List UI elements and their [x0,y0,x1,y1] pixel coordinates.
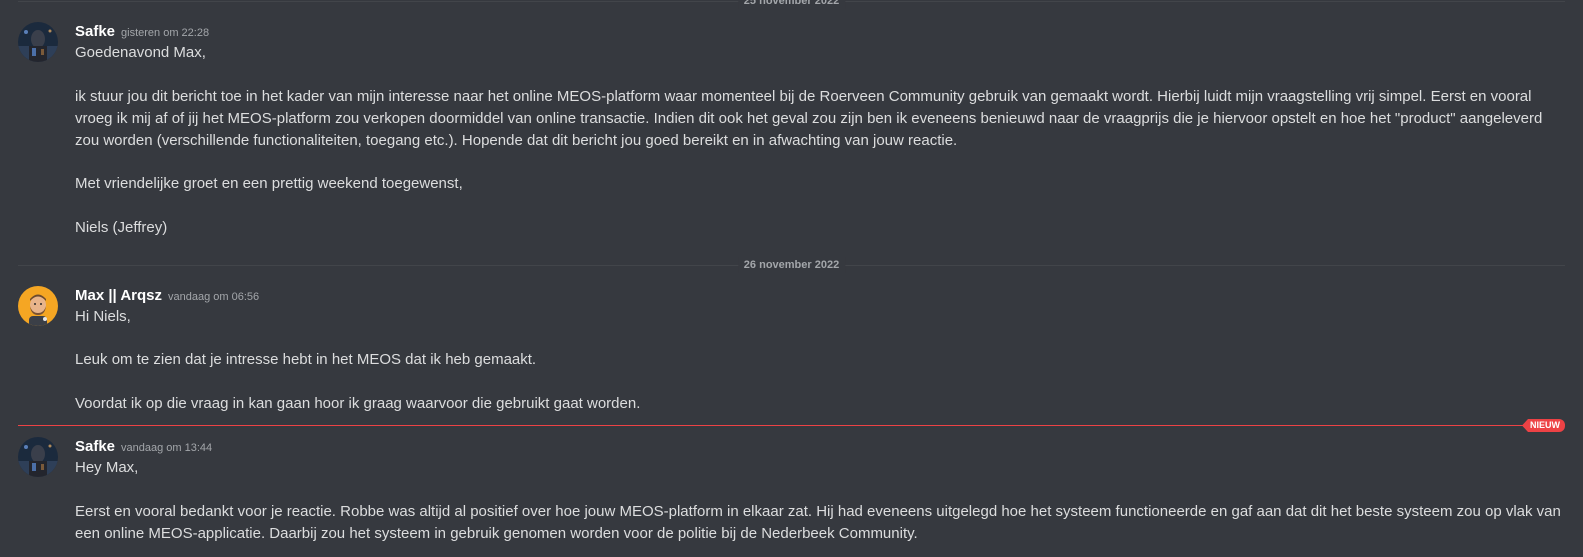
message-text: Met vriendelijke groet en een prettig we… [75,175,463,192]
message-text: Eerst en vooral bedankt voor je reactie.… [75,503,1561,520]
date-label: 25 november 2022 [737,0,846,9]
avatar-image [18,286,58,326]
avatar-safke[interactable] [18,22,58,62]
message-text: zou worden (verschillende functionalitei… [75,132,958,149]
message-text: Hi Niels, [75,308,131,325]
message-header: Safke vandaag om 13:44 [75,438,212,456]
message-timestamp: gisteren om 22:28 [121,27,210,39]
message-text: Goedenavond Max, [75,44,206,61]
message-text: vroeg ik mij af of jij het MEOS-platform… [75,110,1543,127]
message-timestamp: vandaag om 13:44 [121,442,213,454]
date-divider: 25 november 2022 [18,0,1565,9]
message-timestamp: vandaag om 06:56 [168,291,260,303]
message-text: Niels (Jeffrey) [75,219,168,236]
new-messages-badge: NIEUW [1522,419,1565,432]
message-text: Voordat ik op die vraag in kan gaan hoor… [75,395,641,412]
chat-messages: 25 november 2022 Safke gisteren om 22:28 … [0,0,1583,557]
message-text: Hey Max, [75,459,139,476]
author-name[interactable]: Max || Arqsz [75,287,162,304]
message-text: Leuk om te zien dat je intresse hebt in … [75,351,537,368]
avatar-safke[interactable] [18,437,58,477]
avatar-max[interactable] [18,286,58,326]
date-label: 26 november 2022 [737,257,846,273]
avatar-image [18,22,58,62]
author-name[interactable]: Safke [75,23,115,40]
new-messages-divider [18,425,1541,426]
avatar-image [18,437,58,477]
date-divider: 26 november 2022 [18,257,1565,273]
message-header: Safke gisteren om 22:28 [75,23,209,41]
message-text: ik stuur jou dit bericht toe in het kade… [75,88,1532,105]
author-name[interactable]: Safke [75,438,115,455]
message-text: een online MEOS-applicatie. Daarbij zou … [75,525,918,542]
message-header: Max || Arqsz vandaag om 06:56 [75,287,259,305]
